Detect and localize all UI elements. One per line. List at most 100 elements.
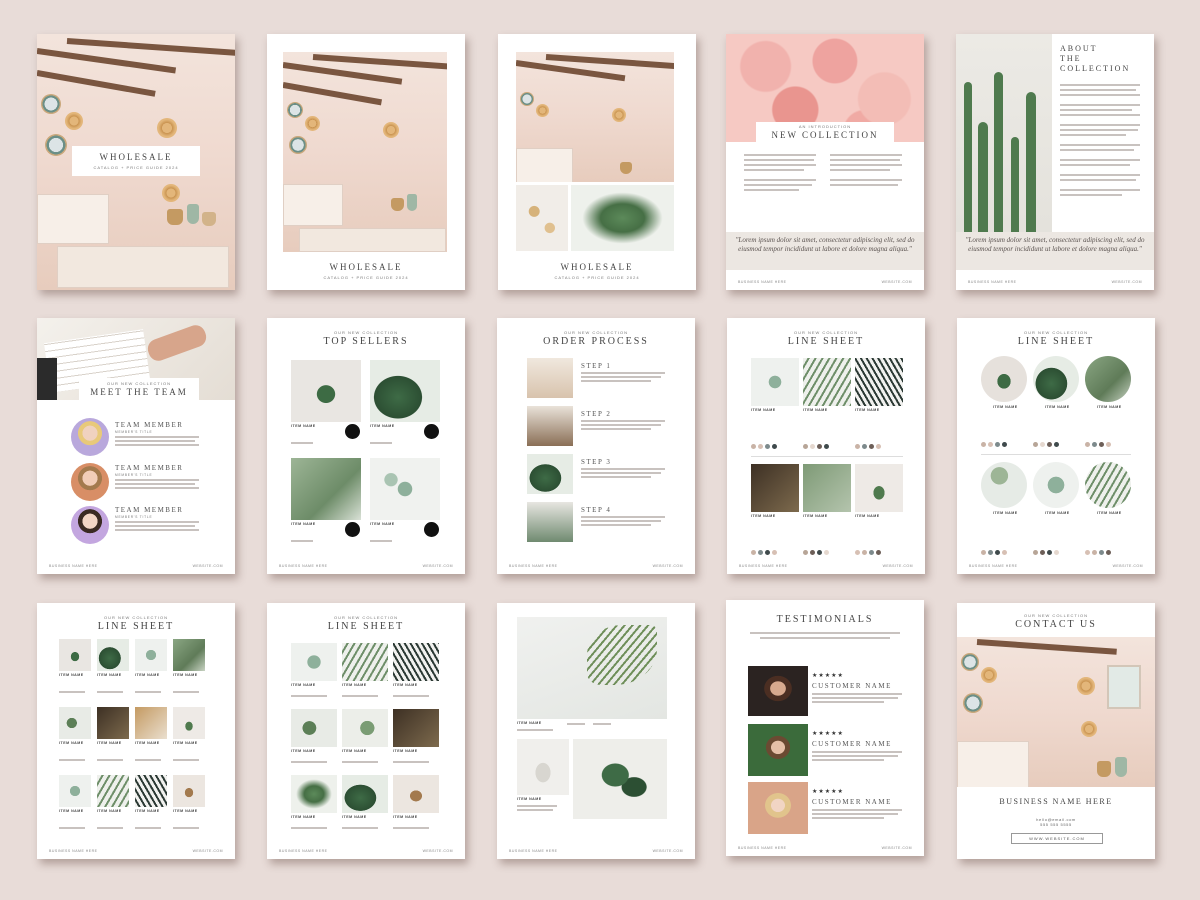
website-button[interactable]: WWW.WEBSITE.COM [1011,833,1103,844]
color-swatches [981,542,1009,560]
quote: "Lorem ipsum dolor sit amet, consectetur… [956,232,1154,270]
team-member-role: MEMBER'S TITLE [115,430,153,434]
rating-stars: ★★★★★ [812,789,844,795]
cover-title: WHOLESALE [560,262,634,272]
page-feature-products[interactable]: ITEM NAME ITEM NAME BUSINESS NAME HERE W… [497,603,695,859]
room-photo [283,52,447,252]
page-contact-us[interactable]: OUR NEW COLLECTION CONTACT US BUSINESS N… [957,603,1155,859]
footer-left: BUSINESS NAME HERE [49,849,98,853]
cover-subtitle: CATALOG + PRICE GUIDE 2024 [554,275,640,280]
product-photo [751,358,799,406]
footer-right: WEBSITE.COM [422,564,453,568]
product-photo [291,458,361,520]
kicker: OUR NEW COLLECTION [1023,330,1088,335]
cover-subtitle: CATALOG + PRICE GUIDE 2024 [323,275,409,280]
color-swatches [1085,542,1113,560]
item-name: ITEM NAME [291,424,316,428]
step-photo [527,358,573,398]
item-name: ITEM NAME [173,809,198,813]
item-name: ITEM NAME [97,673,122,677]
item-name: ITEM NAME [1097,405,1122,409]
product-photo [59,639,91,671]
page-order-process[interactable]: OUR NEW COLLECTION ORDER PROCESS STEP 1 … [497,318,695,574]
kicker: OUR NEW COLLECTION [793,330,858,335]
title-box: OUR NEW COLLECTION MEET THE TEAM [79,378,199,402]
cover-title: WHOLESALE [329,262,403,272]
item-name: ITEM NAME [370,424,395,428]
page-title: MEET THE TEAM [90,387,188,397]
page-meet-the-team[interactable]: OUR NEW COLLECTION MEET THE TEAM TEAM ME… [37,318,235,574]
cover-subtitle: CATALOG + PRICE GUIDE 2024 [93,165,179,170]
page-new-collection[interactable]: AN INTRODUCTION NEW COLLECTION "Lorem ip… [726,34,924,290]
color-swatches [855,436,883,454]
page-title: LINE SHEET [97,621,175,632]
team-member-avatar [71,463,109,501]
step-label: STEP 1 [581,362,612,370]
cover-title: WHOLESALE [99,152,173,162]
customer-photo [748,666,808,716]
kicker: OUR NEW COLLECTION [563,330,628,335]
price-badge [345,424,360,439]
footer-left: BUSINESS NAME HERE [969,564,1018,568]
product-photo [855,358,903,406]
product-photo [370,360,440,422]
kicker: OUR NEW COLLECTION [106,381,171,386]
team-member-name: TEAM MEMBER [115,464,184,472]
page-line-sheet-squares[interactable]: OUR NEW COLLECTION LINE SHEET ITEM NAME … [727,318,925,574]
about-title-line-3: COLLECTION [1060,64,1131,73]
product-photo [291,643,337,681]
product-photo [291,775,337,813]
footer-right: WEBSITE.COM [882,564,913,568]
page-wholesale-cover-2[interactable]: WHOLESALE CATALOG + PRICE GUIDE 2024 [267,34,465,290]
footer-right: WEBSITE.COM [881,846,912,850]
customer-name: CUSTOMER NAME [812,798,892,806]
item-name: ITEM NAME [855,408,880,412]
page-testimonials[interactable]: TESTIMONIALS ★★★★★ CUSTOMER NAME ★★★★★ C… [726,600,924,856]
footer-right: WEBSITE.COM [652,849,683,853]
room-photo [957,637,1155,787]
about-title-line-1: ABOUT [1060,44,1098,53]
page-about-collection[interactable]: ABOUT THE COLLECTION "Lorem ipsum dolor … [956,34,1154,290]
item-name: ITEM NAME [342,749,367,753]
page-title: TOP SELLERS [323,336,409,347]
color-swatches [1033,542,1061,560]
page-wholesale-cover-1[interactable]: WHOLESALE CATALOG + PRICE GUIDE 2024 [37,34,235,290]
cover-title-box: WHOLESALE CATALOG + PRICE GUIDE 2024 [72,146,200,176]
page-wholesale-collage[interactable]: WHOLESALE CATALOG + PRICE GUIDE 2024 [498,34,696,290]
item-name: ITEM NAME [291,749,316,753]
team-member-name: TEAM MEMBER [115,421,184,429]
step-label: STEP 2 [581,410,612,418]
item-name: ITEM NAME [751,408,776,412]
page-top-sellers[interactable]: OUR NEW COLLECTION TOP SELLERS ITEM NAME… [267,318,465,574]
product-photo [393,775,439,813]
product-photo [97,639,129,671]
page-title: LINE SHEET [787,336,865,347]
page-line-sheet-grid[interactable]: OUR NEW COLLECTION LINE SHEET ITEM NAME … [37,603,235,859]
color-swatches [803,542,831,560]
kicker: OUR NEW COLLECTION [333,615,398,620]
item-name: ITEM NAME [393,815,418,819]
jewelry-photo [516,185,568,251]
page-line-sheet-circles[interactable]: OUR NEW COLLECTION LINE SHEET ITEM NAME … [957,318,1155,574]
color-swatches [751,542,779,560]
page-title: LINE SHEET [327,621,405,632]
contact-phone[interactable]: 555 555 5555 [957,822,1155,827]
footer-right: WEBSITE.COM [881,280,912,284]
item-name: ITEM NAME [59,809,84,813]
step-label: STEP 4 [581,506,612,514]
product-photo [855,464,903,512]
product-photo [135,707,167,739]
product-photo [751,464,799,512]
footer-left: BUSINESS NAME HERE [738,846,787,850]
page-line-sheet-grid-3[interactable]: OUR NEW COLLECTION LINE SHEET ITEM NAME … [267,603,465,859]
footer-right: WEBSITE.COM [422,849,453,853]
item-name: ITEM NAME [97,809,122,813]
team-member-avatar [71,418,109,456]
plant-photo [571,185,674,251]
kicker: OUR NEW COLLECTION [1023,613,1088,618]
item-name: ITEM NAME [803,408,828,412]
team-member-name: TEAM MEMBER [115,506,184,514]
product-photo [803,358,851,406]
product-photo [173,775,205,807]
footer-left: BUSINESS NAME HERE [968,280,1017,284]
